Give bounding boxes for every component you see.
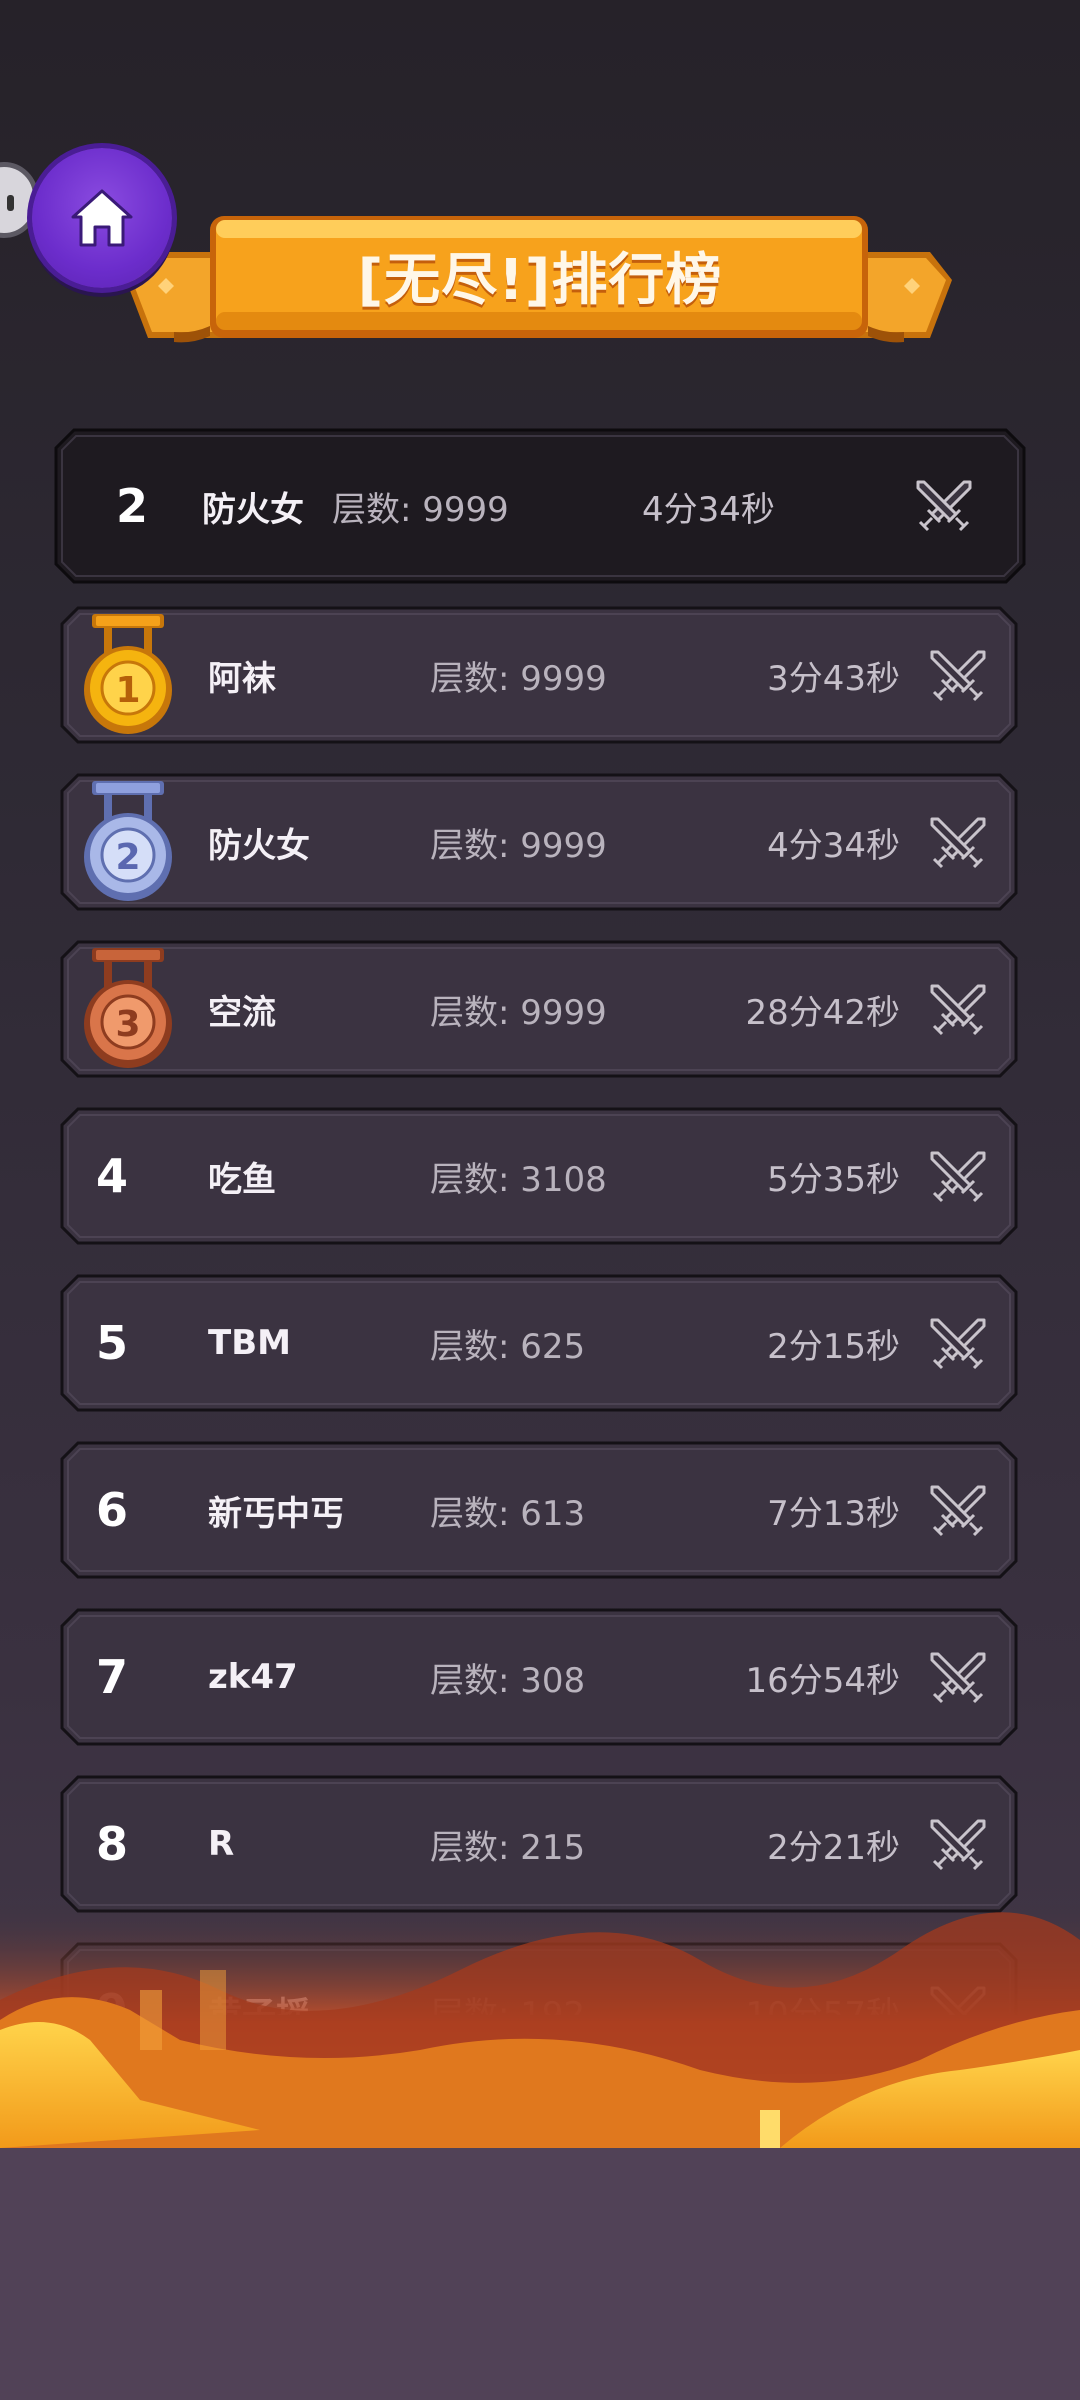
floor-count: 层数: 9999 (430, 658, 607, 699)
bronze-medal-icon: 3 (84, 948, 172, 1068)
player-name: 阿袜 (208, 658, 276, 699)
leaderboard-row: 6 新丐中丐 层数: 613 7分13秒 (60, 1441, 1018, 1579)
clear-time: 16分54秒 (745, 1660, 900, 1701)
player-name: 空流 (208, 992, 276, 1033)
silver-medal-icon: 2 (84, 781, 172, 901)
player-name: TBM (208, 1323, 291, 1363)
floor-count: 层数: 215 (430, 1827, 586, 1868)
crossed-swords-icon[interactable] (928, 1648, 988, 1708)
floor-count: 层数: 308 (430, 1660, 586, 1701)
medal-rank-number: 1 (115, 670, 140, 711)
leaderboard-row: 1 阿袜 层数: 9999 3分43秒 (60, 606, 1018, 744)
bottom-area (0, 2148, 1080, 2400)
lava-hills-decoration (0, 1900, 1080, 2148)
floor-count: 层数: 9999 (430, 992, 607, 1033)
rank-number: 7 (96, 1650, 129, 1704)
floor-count: 层数: 613 (430, 1493, 586, 1534)
crossed-swords-icon[interactable] (928, 980, 988, 1040)
clear-time: 2分21秒 (767, 1827, 900, 1868)
floor-count: 层数: 625 (430, 1326, 586, 1367)
player-name: zk47 (208, 1657, 298, 1697)
rank-number: 8 (96, 1817, 129, 1871)
clear-time: 7分13秒 (767, 1493, 900, 1534)
clear-time: 28分42秒 (745, 992, 900, 1033)
rank-number: 5 (96, 1316, 129, 1370)
leaderboard-row: 5 TBM 层数: 625 2分15秒 (60, 1274, 1018, 1412)
clear-time: 3分43秒 (767, 658, 900, 699)
player-name: 吃鱼 (208, 1159, 276, 1200)
floor-count: 层数: 9999 (430, 825, 607, 866)
clear-time: 2分15秒 (767, 1326, 900, 1367)
rank-number: 4 (96, 1149, 129, 1203)
floor-count: 层数: 3108 (430, 1159, 607, 1200)
leaderboard-row: 3 空流 层数: 9999 28分42秒 (60, 940, 1018, 1078)
medal-rank-number: 3 (115, 1004, 140, 1045)
crossed-swords-icon[interactable] (928, 1147, 988, 1207)
leaderboard-row: 4 吃鱼 层数: 3108 5分35秒 (60, 1107, 1018, 1245)
gold-medal-icon: 1 (84, 614, 172, 734)
player-name: 新丐中丐 (208, 1493, 344, 1534)
player-name: R (208, 1824, 235, 1864)
leaderboard-row: 7 zk47 层数: 308 16分54秒 (60, 1608, 1018, 1746)
crossed-swords-icon[interactable] (928, 1481, 988, 1541)
crossed-swords-icon[interactable] (928, 813, 988, 873)
rank-number: 6 (96, 1483, 129, 1537)
crossed-swords-icon[interactable] (928, 646, 988, 706)
leaderboard-row: 2 防火女 层数: 9999 4分34秒 (60, 773, 1018, 911)
crossed-swords-icon[interactable] (928, 1314, 988, 1374)
leaderboard-row: 8 R 层数: 215 2分21秒 (60, 1775, 1018, 1913)
clear-time: 4分34秒 (767, 825, 900, 866)
medal-rank-number: 2 (115, 837, 140, 878)
player-name: 防火女 (208, 825, 310, 866)
crossed-swords-icon[interactable] (928, 1815, 988, 1875)
clear-time: 5分35秒 (767, 1159, 900, 1200)
